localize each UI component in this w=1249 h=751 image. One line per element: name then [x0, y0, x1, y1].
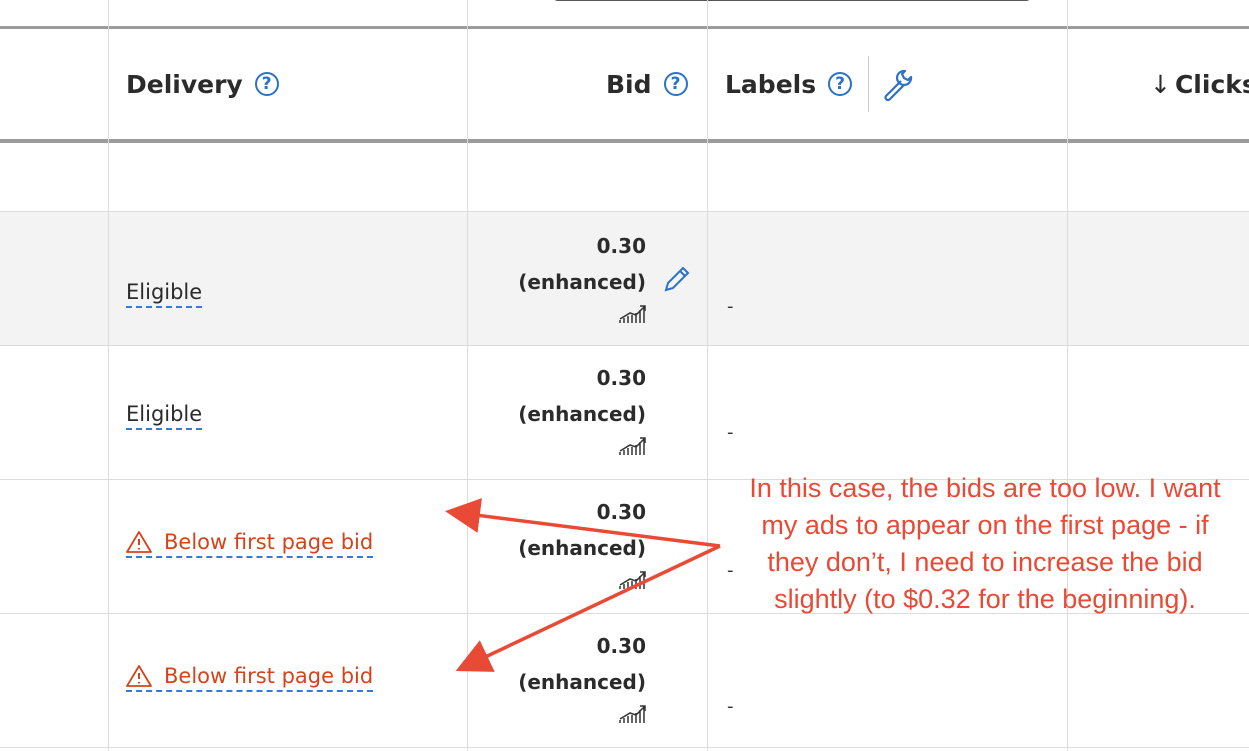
bid-value: 0.30: [596, 234, 646, 258]
labels-value: -: [727, 560, 734, 581]
column-header-delivery-label: Delivery: [126, 69, 243, 99]
table-row[interactable]: Below first page bid 0.30 (enhanced) -: [0, 614, 1249, 748]
trend-chart-icon[interactable]: [618, 436, 648, 456]
wrench-icon[interactable]: [881, 67, 915, 101]
bid-cell: 0.30 (enhanced): [468, 628, 646, 700]
annotation-note: In this case, the bids are too low. I wa…: [749, 473, 1221, 614]
trend-chart-icon[interactable]: [618, 570, 648, 590]
delivery-status-warning[interactable]: Below first page bid: [126, 530, 374, 558]
column-header-delivery[interactable]: Delivery ?: [126, 29, 279, 139]
delivery-status[interactable]: Eligible: [126, 280, 203, 308]
bid-cell: 0.30 (enhanced): [468, 228, 646, 300]
delivery-status[interactable]: Eligible: [126, 402, 203, 430]
help-circle-icon[interactable]: ?: [663, 72, 688, 96]
bid-note: (enhanced): [518, 670, 646, 694]
delivery-status-label: Below first page bid: [164, 530, 374, 554]
bid-note: (enhanced): [518, 536, 646, 560]
warning-triangle-icon: [126, 531, 152, 553]
warning-triangle-icon: [126, 665, 152, 687]
sort-down-icon[interactable]: ↓: [1150, 70, 1171, 99]
table-header: Delivery ? Bid ? Labels ? ↓ Clicks: [0, 26, 1249, 143]
bid-cell: 0.30 (enhanced): [468, 494, 646, 566]
column-header-clicks-label: Clicks: [1174, 69, 1249, 99]
table-row: [0, 143, 1249, 212]
column-header-bid[interactable]: Bid ?: [606, 29, 688, 139]
column-divider: [467, 0, 468, 751]
help-circle-icon[interactable]: ?: [254, 72, 279, 96]
header-divider: [868, 56, 870, 112]
trend-chart-icon[interactable]: [618, 304, 648, 324]
pencil-icon[interactable]: [662, 264, 692, 294]
table-row[interactable]: Eligible 0.30 (enhanced) -: [0, 346, 1249, 480]
column-header-labels-label: Labels: [725, 69, 817, 99]
labels-value: -: [727, 422, 734, 443]
bid-note: (enhanced): [518, 402, 646, 426]
column-divider: [1067, 0, 1068, 751]
search-box-edge: [552, 0, 1032, 1]
column-divider: [707, 0, 708, 751]
column-header-bid-label: Bid: [606, 69, 652, 99]
help-circle-icon[interactable]: ?: [828, 72, 853, 96]
bid-cell: 0.30 (enhanced): [468, 360, 646, 432]
delivery-status-label: Below first page bid: [164, 664, 374, 688]
bid-value: 0.30: [596, 500, 646, 524]
bid-value: 0.30: [596, 366, 646, 390]
column-header-labels[interactable]: Labels ?: [725, 29, 915, 139]
column-divider: [108, 0, 109, 751]
trend-chart-icon[interactable]: [618, 704, 648, 724]
delivery-status-warning[interactable]: Below first page bid: [126, 664, 374, 692]
labels-value: -: [727, 696, 734, 717]
bid-note: (enhanced): [518, 270, 646, 294]
labels-value: -: [727, 296, 734, 317]
table-row[interactable]: Eligible 0.30 (enhanced) -: [0, 212, 1249, 346]
bid-value: 0.30: [596, 634, 646, 658]
column-header-clicks[interactable]: ↓ Clicks: [1150, 29, 1249, 139]
